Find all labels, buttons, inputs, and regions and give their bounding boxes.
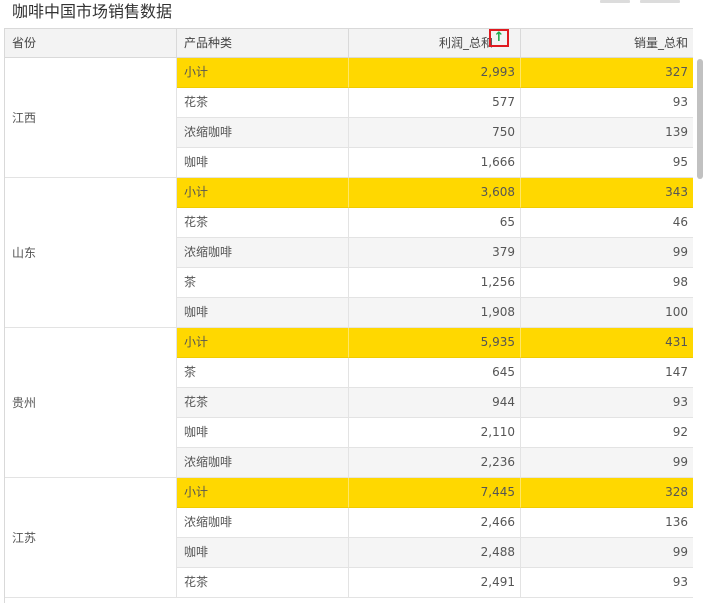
column-header-label: 产品种类 bbox=[184, 36, 233, 50]
sales-cell[interactable]: 100 bbox=[521, 298, 693, 328]
province-cell[interactable]: 山东 bbox=[5, 178, 177, 328]
category-cell[interactable]: 咖啡 bbox=[177, 538, 349, 568]
province-cell[interactable]: 江苏 bbox=[5, 478, 177, 598]
category-cell[interactable]: 花茶 bbox=[177, 568, 349, 598]
column-header-label: 利润_总和 bbox=[438, 36, 493, 50]
sales-cell[interactable]: 93 bbox=[521, 388, 693, 418]
category-cell[interactable]: 咖啡 bbox=[177, 298, 349, 328]
subtotal-profit-cell[interactable]: 2,993 bbox=[349, 58, 521, 88]
column-header-sales[interactable]: 销量_总和 bbox=[521, 29, 693, 58]
profit-cell[interactable]: 2,236 bbox=[349, 448, 521, 478]
sales-cell[interactable]: 99 bbox=[521, 538, 693, 568]
subtotal-sales-cell[interactable]: 327 bbox=[521, 58, 693, 88]
scrollbar-thumb[interactable] bbox=[697, 59, 703, 179]
profit-cell[interactable]: 645 bbox=[349, 358, 521, 388]
category-cell[interactable]: 咖啡 bbox=[177, 148, 349, 178]
sales-cell[interactable]: 139 bbox=[521, 118, 693, 148]
category-cell[interactable]: 浓缩咖啡 bbox=[177, 118, 349, 148]
subtotal-sales-cell[interactable]: 328 bbox=[521, 478, 693, 508]
subtotal-category-cell[interactable]: 小计 bbox=[177, 328, 349, 358]
subtotal-sales-cell[interactable]: 343 bbox=[521, 178, 693, 208]
sales-cell[interactable]: 93 bbox=[521, 88, 693, 118]
province-cell[interactable]: 贵州 bbox=[5, 328, 177, 478]
vertical-scrollbar[interactable] bbox=[693, 57, 707, 603]
sales-cell[interactable]: 46 bbox=[521, 208, 693, 238]
sales-cell[interactable]: 93 bbox=[521, 568, 693, 598]
column-header-category[interactable]: 产品种类 bbox=[177, 29, 349, 58]
column-header-province[interactable]: 省份 bbox=[5, 29, 177, 58]
category-cell[interactable]: 浓缩咖啡 bbox=[177, 238, 349, 268]
profit-cell[interactable]: 2,466 bbox=[349, 508, 521, 538]
subtotal-profit-cell[interactable]: 5,935 bbox=[349, 328, 521, 358]
profit-cell[interactable]: 750 bbox=[349, 118, 521, 148]
toolbar-handle[interactable] bbox=[600, 0, 630, 3]
subtotal-profit-cell[interactable]: 3,608 bbox=[349, 178, 521, 208]
category-cell[interactable]: 浓缩咖啡 bbox=[177, 508, 349, 538]
profit-cell[interactable]: 1,666 bbox=[349, 148, 521, 178]
profit-cell[interactable]: 1,256 bbox=[349, 268, 521, 298]
sales-cell[interactable]: 95 bbox=[521, 148, 693, 178]
profit-cell[interactable]: 379 bbox=[349, 238, 521, 268]
column-header-label: 销量_总和 bbox=[633, 36, 688, 50]
subtotal-category-cell[interactable]: 小计 bbox=[177, 178, 349, 208]
profit-cell[interactable]: 65 bbox=[349, 208, 521, 238]
category-cell[interactable]: 茶 bbox=[177, 358, 349, 388]
sales-cell[interactable]: 99 bbox=[521, 238, 693, 268]
sales-cell[interactable]: 98 bbox=[521, 268, 693, 298]
sales-cell[interactable]: 136 bbox=[521, 508, 693, 538]
column-header-label: 省份 bbox=[12, 36, 37, 50]
profit-cell[interactable]: 577 bbox=[349, 88, 521, 118]
category-cell[interactable]: 浓缩咖啡 bbox=[177, 448, 349, 478]
subtotal-profit-cell[interactable]: 7,445 bbox=[349, 478, 521, 508]
subtotal-sales-cell[interactable]: 431 bbox=[521, 328, 693, 358]
category-cell[interactable]: 花茶 bbox=[177, 388, 349, 418]
profit-cell[interactable]: 944 bbox=[349, 388, 521, 418]
profit-cell[interactable]: 2,491 bbox=[349, 568, 521, 598]
province-cell[interactable]: 江西 bbox=[5, 58, 177, 178]
profit-cell[interactable]: 2,110 bbox=[349, 418, 521, 448]
report-title: 咖啡中国市场销售数据 bbox=[12, 2, 173, 21]
sales-cell[interactable]: 147 bbox=[521, 358, 693, 388]
sales-cell[interactable]: 99 bbox=[521, 448, 693, 478]
category-cell[interactable]: 花茶 bbox=[177, 208, 349, 238]
category-cell[interactable]: 花茶 bbox=[177, 88, 349, 118]
profit-cell[interactable]: 2,488 bbox=[349, 538, 521, 568]
category-cell[interactable]: 茶 bbox=[177, 268, 349, 298]
sales-cell[interactable]: 92 bbox=[521, 418, 693, 448]
toolbar-handle[interactable] bbox=[640, 0, 680, 3]
pivot-table: 省份 产品种类 利润_总和 销量_总和 ↑ 江西 小计 2,993 327 花茶 577 9… bbox=[4, 28, 693, 603]
profit-cell[interactable]: 1,908 bbox=[349, 298, 521, 328]
subtotal-category-cell[interactable]: 小计 bbox=[177, 478, 349, 508]
subtotal-category-cell[interactable]: 小计 bbox=[177, 58, 349, 88]
category-cell[interactable]: 咖啡 bbox=[177, 418, 349, 448]
sort-ascending-arrow-icon[interactable]: ↑ bbox=[489, 29, 509, 47]
